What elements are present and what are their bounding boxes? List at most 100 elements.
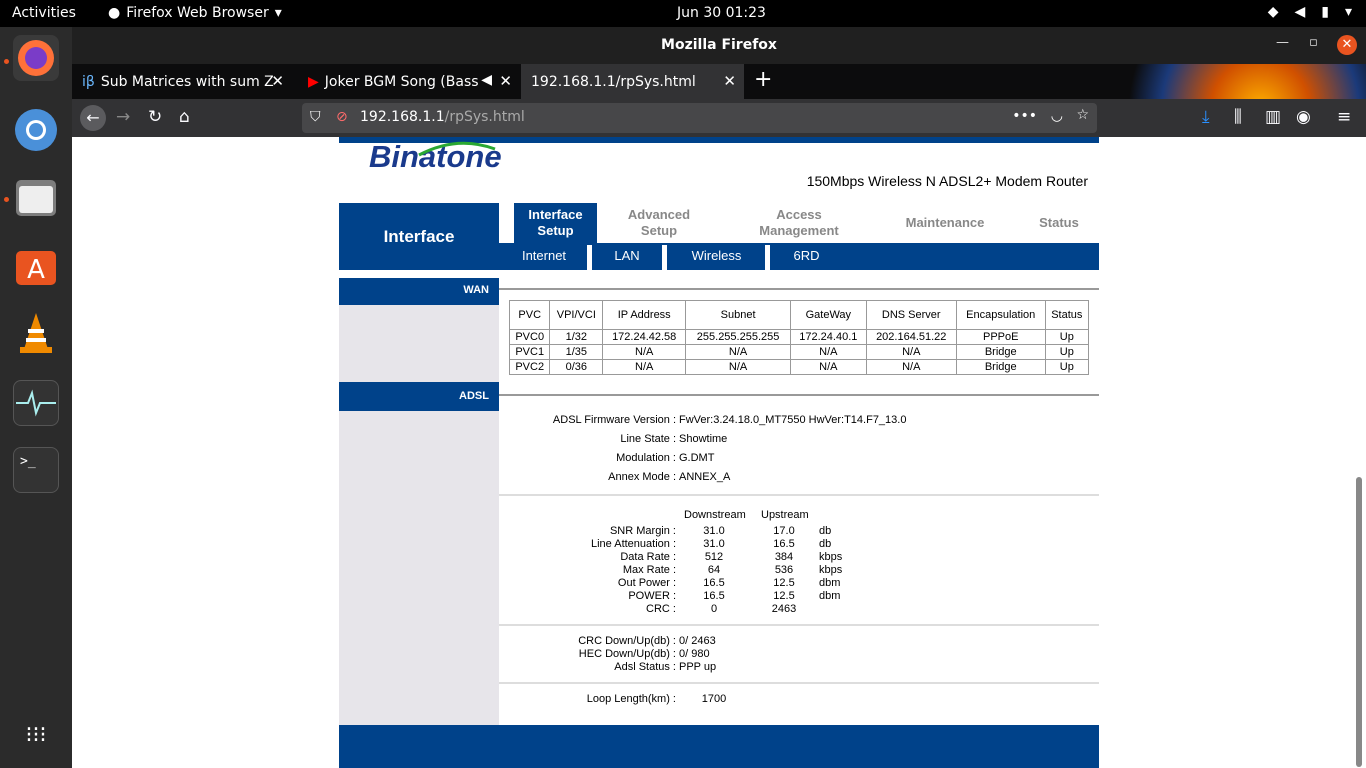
subtab-6rd[interactable]: 6RD	[779, 248, 834, 263]
library-icon[interactable]: ⫼	[1234, 107, 1242, 127]
maximize-button[interactable]: ▫	[1309, 35, 1318, 50]
new-tab-button[interactable]: +	[754, 67, 772, 92]
terminal-icon[interactable]: >_	[13, 447, 59, 493]
table-cell: Up	[1044, 344, 1090, 360]
wifi-icon: ◆	[1267, 4, 1279, 20]
show-apps-icon[interactable]: ⁝⁝⁝	[13, 712, 59, 758]
wan-section-label: WAN	[339, 278, 499, 305]
column-header: DNS Server	[865, 300, 957, 330]
table-cell: PVC1	[508, 344, 551, 360]
table-cell: 1/35	[549, 344, 604, 360]
tab-label: 192.168.1.1/rpSys.html	[531, 73, 696, 90]
menu-icon[interactable]: ≡	[1337, 107, 1351, 127]
tab-status[interactable]: Status	[1019, 203, 1099, 243]
adsl-section-label: ADSL	[339, 382, 499, 411]
menu-label: Access	[776, 207, 822, 222]
stat-unit: dbm	[819, 590, 841, 602]
svg-text:A: A	[27, 255, 45, 285]
divider	[499, 682, 1099, 684]
close-tab-icon[interactable]: ✕	[271, 72, 284, 90]
tab-advanced-setup[interactable]: Advanced Setup	[609, 203, 709, 243]
line-state-label: Line State :	[620, 433, 676, 445]
running-indicator	[4, 197, 9, 202]
annex-mode-label: Annex Mode :	[608, 471, 676, 483]
system-tray[interactable]: ◆ ◀ ▮ ▾	[1268, 4, 1352, 20]
column-header: VPI/VCI	[549, 300, 604, 330]
close-tab-icon[interactable]: ✕	[499, 72, 512, 90]
minimize-button[interactable]: —	[1276, 35, 1289, 50]
side-panel	[339, 279, 499, 725]
table-row: PVC1 1/35 N/A N/A N/A N/A Bridge Up	[508, 344, 1090, 360]
tab-joker-bgm[interactable]: ▶ Joker BGM Song (Bass ◀ ✕	[298, 64, 520, 99]
stat-unit: kbps	[819, 564, 843, 576]
hec-value: 0/ 980	[679, 648, 710, 660]
close-window-button[interactable]: ✕	[1337, 35, 1357, 55]
table-cell: Up	[1044, 359, 1090, 375]
firefox-icon[interactable]	[13, 35, 59, 81]
stat-up: 12.5	[773, 590, 795, 602]
shield-icon[interactable]: ⛉	[310, 109, 321, 125]
account-icon[interactable]: ◉	[1296, 107, 1311, 127]
bookmark-star-icon[interactable]: ☆	[1076, 107, 1089, 123]
table-cell: 172.24.42.58	[602, 329, 687, 345]
tab-sub-matrices[interactable]: iβ Sub Matrices with sum Z ✕	[72, 64, 292, 99]
subtab-lan[interactable]: LAN	[599, 248, 655, 263]
back-button[interactable]: ←	[80, 105, 106, 131]
running-indicator	[4, 59, 9, 64]
activities-button[interactable]: Activities	[12, 5, 76, 21]
table-row: PVC2 0/36 N/A N/A N/A N/A Bridge Up	[508, 359, 1090, 375]
table-header-row: PVC VPI/VCI IP Address Subnet GateWay DN…	[508, 300, 1090, 330]
address-bar[interactable]: ⛉ ⊘ 192.168.1.1/rpSys.html ••• ◡ ☆	[302, 103, 1097, 133]
upstream-header: Upstream	[761, 509, 809, 521]
table-cell: 172.24.40.1	[790, 329, 867, 345]
stat-label: Line Attenuation :	[590, 538, 676, 550]
page-actions-icon[interactable]: •••	[1012, 108, 1037, 124]
app-menu[interactable]: ● Firefox Web Browser ▾	[108, 5, 282, 21]
clock[interactable]: Jun 30 01:23	[677, 5, 766, 21]
files-icon[interactable]	[13, 175, 59, 221]
table-cell: Bridge	[955, 359, 1046, 375]
menu-label: Advanced	[627, 207, 691, 222]
table-cell: N/A	[685, 344, 792, 360]
subtab-wireless[interactable]: Wireless	[674, 248, 759, 263]
modulation-value: G.DMT	[679, 452, 715, 464]
router-page: Binatone 150Mbps Wireless N ADSL2+ Modem…	[339, 137, 1099, 768]
pocket-icon[interactable]: ◡	[1051, 108, 1063, 124]
page-content: Binatone 150Mbps Wireless N ADSL2+ Modem…	[72, 137, 1366, 768]
site-icon: iβ	[82, 73, 95, 90]
table-cell: N/A	[602, 344, 687, 360]
modulation-label: Modulation :	[616, 452, 676, 464]
firmware-value: FwVer:3.24.18.0_MT7550 HwVer:T14.F7_13.0	[679, 414, 907, 426]
stat-down: 16.5	[703, 590, 725, 602]
firefox-icon: ●	[108, 5, 121, 21]
close-tab-icon[interactable]: ✕	[723, 72, 736, 90]
hec-label: HEC Down/Up(db) :	[578, 648, 676, 660]
system-monitor-icon[interactable]	[13, 380, 59, 426]
stat-label: Max Rate :	[622, 564, 676, 576]
firmware-label: ADSL Firmware Version :	[552, 414, 676, 426]
vlc-icon[interactable]	[13, 310, 59, 356]
tab-label: Sub Matrices with sum Z	[100, 73, 274, 90]
downloads-icon[interactable]: ⤓	[1202, 107, 1210, 127]
audio-icon[interactable]: ◀	[481, 72, 492, 88]
stat-label: CRC :	[646, 603, 676, 615]
insecure-lock-icon[interactable]: ⊘	[336, 109, 348, 125]
forward-button[interactable]: →	[116, 107, 130, 127]
tab-interface-setup[interactable]: Interface Setup	[514, 203, 597, 243]
tab-access-management[interactable]: Access Management	[729, 203, 869, 243]
table-row: PVC0 1/32 172.24.42.58 255.255.255.255 172.2…	[508, 329, 1090, 345]
chromium-icon[interactable]	[13, 107, 59, 153]
scrollbar[interactable]	[1356, 477, 1362, 767]
software-center-icon[interactable]: A	[13, 242, 59, 288]
subtab-internet[interactable]: Internet	[509, 248, 579, 263]
sidebar-icon[interactable]: ▥	[1265, 107, 1281, 127]
table-cell: 255.255.255.255	[685, 329, 792, 345]
tab-maintenance[interactable]: Maintenance	[889, 203, 1001, 243]
nav-toolbar: ← → ↻ ⌂ ⛉ ⊘ 192.168.1.1/rpSys.html ••• ◡…	[72, 99, 1366, 137]
home-button[interactable]: ⌂	[179, 107, 190, 127]
volume-icon: ◀	[1294, 4, 1306, 20]
reload-button[interactable]: ↻	[148, 107, 162, 127]
tab-rpsys[interactable]: 192.168.1.1/rpSys.html ✕	[521, 64, 744, 99]
logo-swoosh	[418, 141, 496, 157]
menu-label: Interface	[528, 207, 583, 222]
